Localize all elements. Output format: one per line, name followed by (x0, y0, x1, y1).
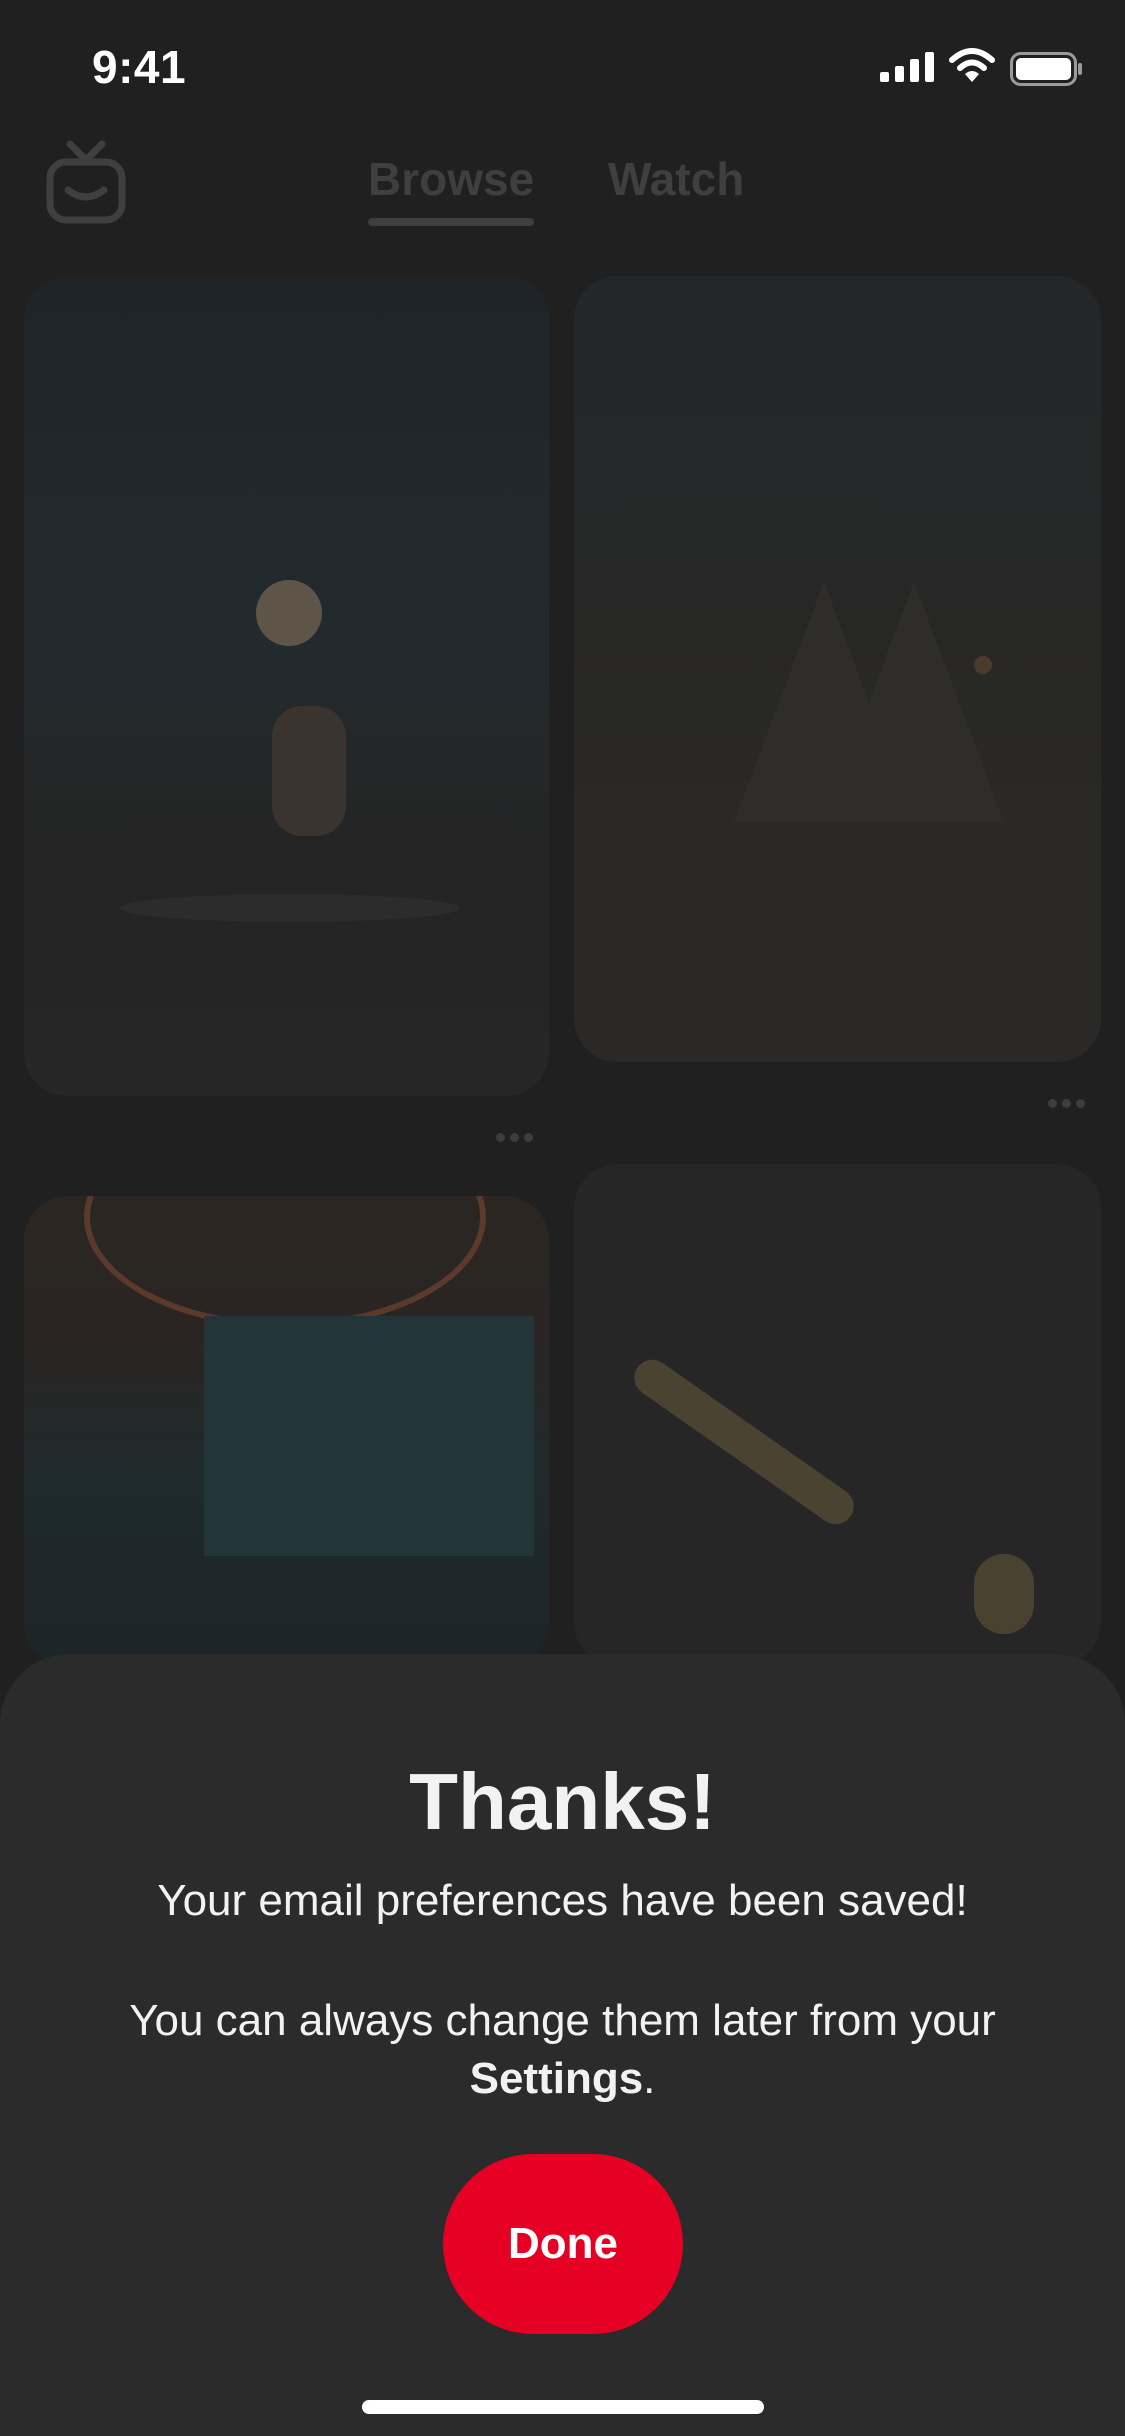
card-image-detail (84, 1196, 486, 1328)
signal-icon (880, 52, 936, 87)
sheet-note-text: You can always change them later from yo… (129, 1996, 996, 2045)
home-indicator[interactable] (362, 2400, 764, 2414)
feed-card[interactable] (574, 1164, 1101, 1666)
card-image-detail (574, 862, 1101, 1062)
card-image-detail (974, 1554, 1034, 1634)
sheet-note-suffix: . (643, 2054, 656, 2103)
feed-card[interactable] (24, 276, 549, 1096)
sheet-title: Thanks! (409, 1757, 716, 1846)
settings-link[interactable]: Settings (470, 2054, 644, 2103)
wifi-icon (948, 48, 996, 89)
card-image-detail (272, 706, 346, 836)
sheet-note: You can always change them later from yo… (60, 1992, 1065, 2108)
more-horizontal-icon[interactable] (1048, 1099, 1085, 1108)
status-time: 9:41 (92, 41, 187, 93)
tab-watch[interactable]: Watch (608, 152, 744, 206)
app-header: Browse Watch (0, 132, 1125, 252)
tv-logo-icon[interactable] (46, 138, 126, 229)
feed-card[interactable] (24, 1196, 549, 1666)
card-image-detail (974, 656, 992, 674)
done-button[interactable]: Done (443, 2154, 683, 2334)
confirmation-sheet: Thanks! Your email preferences have been… (0, 1654, 1125, 2436)
sheet-message: Your email preferences have been saved! (157, 1876, 968, 1925)
card-image-detail (627, 1352, 861, 1532)
card-image-detail (120, 894, 460, 922)
feed-card[interactable] (574, 276, 1101, 1062)
card-image-detail (204, 1316, 534, 1556)
more-horizontal-icon[interactable] (496, 1133, 533, 1142)
card-image-detail (824, 582, 1004, 822)
status-bar: 9:41 (0, 0, 1125, 132)
card-image-detail (256, 580, 322, 646)
tab-browse[interactable]: Browse (368, 152, 534, 206)
battery-icon (1010, 52, 1084, 91)
active-tab-indicator (368, 218, 534, 226)
